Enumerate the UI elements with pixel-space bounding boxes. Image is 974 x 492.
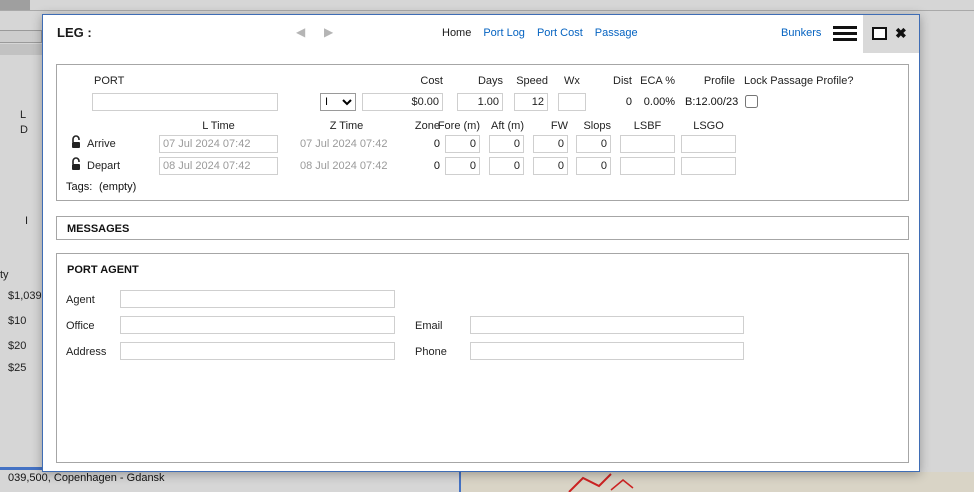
ltime-header: L Time	[159, 120, 278, 132]
depart-lsgo-input[interactable]	[681, 157, 736, 175]
speed-header-link[interactable]: Speed	[497, 75, 548, 87]
ztime-header: Z Time	[287, 120, 406, 132]
leg-dialog-header: LEG : ◀ ▶ Home Port Log Port Cost Passag…	[43, 15, 919, 53]
depart-zone-value: 0	[402, 160, 440, 172]
agent-input[interactable]	[120, 290, 395, 308]
menu-icon[interactable]	[833, 26, 857, 43]
phone-label: Phone	[415, 346, 447, 358]
nav-passage[interactable]: Passage	[595, 27, 638, 39]
background-amount: $25	[8, 362, 26, 374]
arrive-fore-input[interactable]	[445, 135, 480, 153]
arrive-ltime-input[interactable]	[159, 135, 278, 153]
address-input[interactable]	[120, 342, 395, 360]
fw-header: FW	[525, 120, 568, 132]
leg-dialog: LEG : ◀ ▶ Home Port Log Port Cost Passag…	[42, 14, 920, 472]
depart-ltime-input[interactable]	[159, 157, 278, 175]
background-map	[459, 472, 974, 492]
days-input[interactable]	[457, 93, 503, 111]
screen: L D I ty $1,039 $10 $20 $25 039,500, Cop…	[0, 0, 974, 492]
nav-port-log[interactable]: Port Log	[483, 27, 525, 39]
arrive-unlock-icon[interactable]	[70, 135, 82, 149]
office-label: Office	[66, 320, 95, 332]
dialog-nav: Home Port Log Port Cost Passage	[442, 27, 638, 39]
leg-type-select[interactable]: I	[320, 93, 356, 111]
arrive-slops-input[interactable]	[576, 135, 611, 153]
window-controls: ✖	[863, 15, 919, 53]
wx-input[interactable]	[558, 93, 586, 111]
nav-port-cost[interactable]: Port Cost	[537, 27, 583, 39]
dist-header: Dist	[592, 75, 632, 87]
depart-slops-input[interactable]	[576, 157, 611, 175]
dialog-title: LEG :	[57, 25, 92, 40]
wx-header: Wx	[556, 75, 588, 87]
eca-header: ECA %	[635, 75, 675, 87]
background-amount: $10	[8, 315, 26, 327]
profile-header: Profile	[685, 75, 735, 87]
background-tab	[0, 0, 30, 10]
email-label: Email	[415, 320, 443, 332]
lsbf-header: LSBF	[620, 120, 675, 132]
close-icon[interactable]: ✖	[895, 25, 907, 42]
depart-fore-input[interactable]	[445, 157, 480, 175]
fore-header: Fore (m)	[437, 120, 480, 132]
cost-header: Cost	[362, 75, 443, 87]
prev-leg-icon[interactable]: ◀	[296, 25, 305, 39]
arrive-lsgo-input[interactable]	[681, 135, 736, 153]
nav-home[interactable]: Home	[442, 27, 471, 39]
agent-label: Agent	[66, 294, 95, 306]
background-text: D	[20, 124, 28, 136]
speed-input[interactable]	[514, 93, 548, 111]
depart-fw-input[interactable]	[533, 157, 568, 175]
arrive-aft-input[interactable]	[489, 135, 524, 153]
maximize-icon[interactable]	[872, 27, 887, 40]
background-amount: $20	[8, 340, 26, 352]
arrive-lsbf-input[interactable]	[620, 135, 675, 153]
lock-passage-header: Lock Passage Profile?	[744, 75, 853, 87]
background-voyage-text: 039,500, Copenhagen - Gdansk	[8, 472, 165, 484]
tags-value: (empty)	[99, 181, 136, 193]
background-text: I	[25, 215, 28, 227]
lock-passage-checkbox[interactable]	[745, 95, 758, 108]
arrive-zone-value: 0	[402, 138, 440, 150]
aft-header: Aft (m)	[481, 120, 524, 132]
leg-detail-section: PORT Cost Days Speed Wx Dist ECA % Profi…	[56, 64, 909, 201]
eca-value: 0.00%	[635, 96, 675, 108]
messages-section: MESSAGES	[56, 216, 909, 240]
depart-label: Depart	[87, 160, 120, 172]
next-leg-icon[interactable]: ▶	[324, 25, 333, 39]
port-agent-section: PORT AGENT Agent Office Email Address Ph…	[56, 253, 909, 463]
messages-title: MESSAGES	[67, 223, 129, 235]
port-header: PORT	[94, 75, 124, 87]
lsgo-header: LSGO	[681, 120, 736, 132]
background-toolbar-fragment	[0, 30, 42, 43]
port-agent-title: PORT AGENT	[67, 264, 139, 276]
background-text: ty	[0, 269, 9, 281]
phone-input[interactable]	[470, 342, 744, 360]
background-toolbar-fragment2	[0, 44, 42, 55]
office-input[interactable]	[120, 316, 395, 334]
tags-link[interactable]: Tags:	[66, 181, 92, 193]
port-input[interactable]	[92, 93, 278, 111]
address-label: Address	[66, 346, 106, 358]
background-text: L	[20, 109, 26, 121]
slops-header: Slops	[568, 120, 611, 132]
depart-unlock-icon[interactable]	[70, 157, 82, 171]
arrive-label: Arrive	[87, 138, 116, 150]
background-amount: $1,039	[8, 290, 42, 302]
depart-lsbf-input[interactable]	[620, 157, 675, 175]
background-divider	[0, 10, 974, 11]
profile-value: B:12.00/23	[685, 96, 735, 108]
map-route-lines	[461, 472, 974, 492]
nav-bunkers[interactable]: Bunkers	[781, 27, 821, 39]
arrive-ztime-value: 07 Jul 2024 07:42	[300, 138, 387, 150]
zone-header: Zone	[402, 120, 440, 132]
arrive-fw-input[interactable]	[533, 135, 568, 153]
dist-value: 0	[592, 96, 632, 108]
depart-ztime-value: 08 Jul 2024 07:42	[300, 160, 387, 172]
cost-input[interactable]	[362, 93, 443, 111]
depart-aft-input[interactable]	[489, 157, 524, 175]
email-input[interactable]	[470, 316, 744, 334]
background-window-border	[0, 467, 42, 470]
